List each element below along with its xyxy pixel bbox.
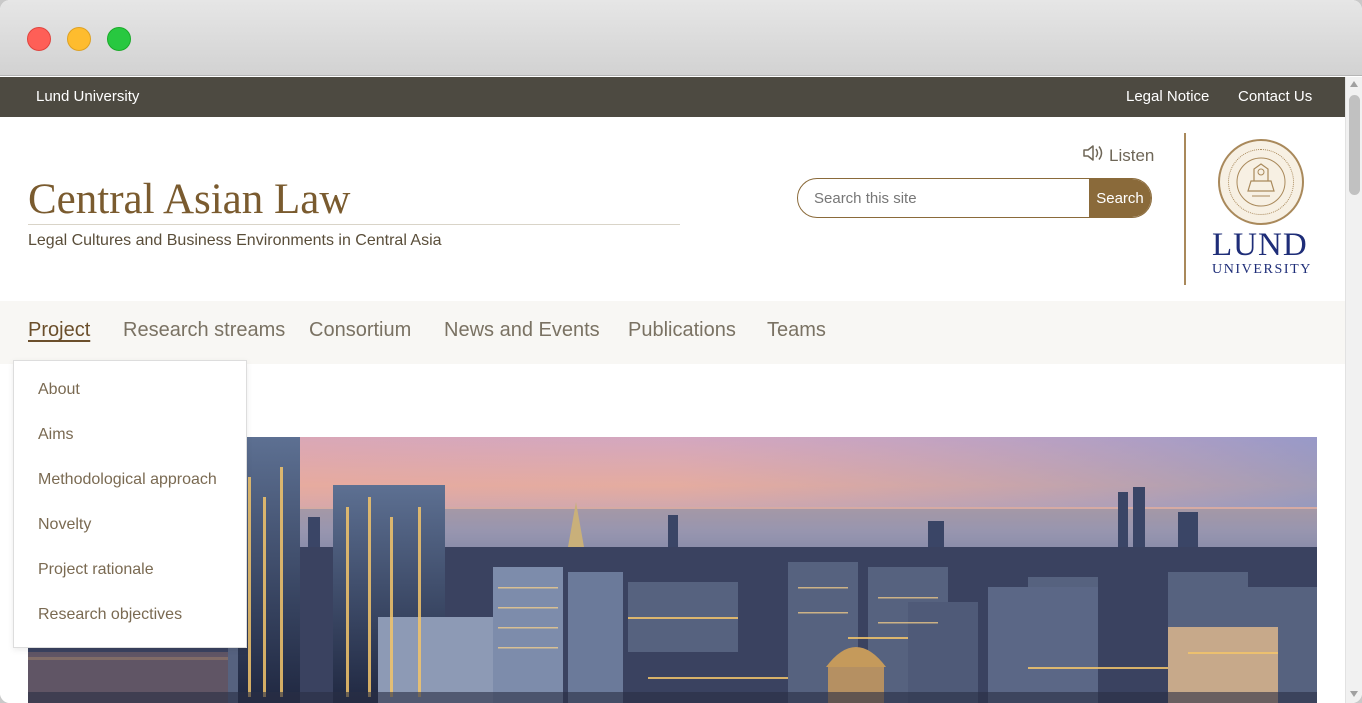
scrollbar-thumb[interactable] <box>1349 95 1360 195</box>
menu-item-methodological-approach[interactable]: Methodological approach <box>38 471 217 489</box>
nav-research-streams[interactable]: Research streams <box>123 319 285 342</box>
logo-divider <box>1184 133 1186 285</box>
speaker-icon <box>1082 143 1104 168</box>
lund-university-logo[interactable]: LUND UNIVERSITY <box>1204 139 1320 279</box>
close-window-button[interactable] <box>27 27 51 51</box>
site-title[interactable]: Central Asian Law <box>28 175 350 224</box>
nav-publications[interactable]: Publications <box>628 319 736 342</box>
page-viewport: Lund University Legal Notice Contact Us … <box>0 77 1345 703</box>
project-dropdown-menu: About Aims Methodological approach Novel… <box>13 360 247 648</box>
site-subtitle: Legal Cultures and Business Environments… <box>28 232 442 249</box>
menu-item-novelty[interactable]: Novelty <box>38 516 91 534</box>
scroll-down-arrow-icon[interactable] <box>1350 691 1358 697</box>
university-seal-icon <box>1218 139 1304 225</box>
nav-project[interactable]: Project <box>28 319 90 342</box>
nav-teams[interactable]: Teams <box>767 319 826 342</box>
top-utility-bar: Lund University Legal Notice Contact Us <box>0 77 1345 117</box>
title-divider <box>28 224 680 225</box>
legal-notice-link[interactable]: Legal Notice <box>1126 88 1209 105</box>
logo-university-text: UNIVERSITY <box>1212 262 1312 277</box>
page-scrollbar[interactable] <box>1345 77 1362 703</box>
search-input[interactable] <box>798 179 1089 217</box>
menu-item-about[interactable]: About <box>38 381 80 399</box>
menu-item-project-rationale[interactable]: Project rationale <box>38 561 154 579</box>
nav-news-and-events[interactable]: News and Events <box>444 319 600 342</box>
listen-button[interactable]: Listen <box>1082 143 1154 168</box>
menu-item-aims[interactable]: Aims <box>38 426 74 444</box>
listen-label: Listen <box>1109 145 1155 165</box>
contact-us-link[interactable]: Contact Us <box>1238 88 1312 105</box>
lund-university-link[interactable]: Lund University <box>36 88 139 105</box>
logo-lund-text: LUND <box>1212 227 1308 263</box>
maximize-window-button[interactable] <box>107 27 131 51</box>
main-navigation: Project Research streams Consortium News… <box>0 301 1345 364</box>
nav-consortium[interactable]: Consortium <box>309 319 411 342</box>
menu-item-research-objectives[interactable]: Research objectives <box>38 606 182 624</box>
search-form: Search <box>797 178 1152 218</box>
browser-window: Lund University Legal Notice Contact Us … <box>0 0 1362 703</box>
search-button[interactable]: Search <box>1089 179 1151 217</box>
minimize-window-button[interactable] <box>67 27 91 51</box>
window-titlebar <box>0 0 1362 76</box>
scroll-up-arrow-icon[interactable] <box>1350 81 1358 87</box>
